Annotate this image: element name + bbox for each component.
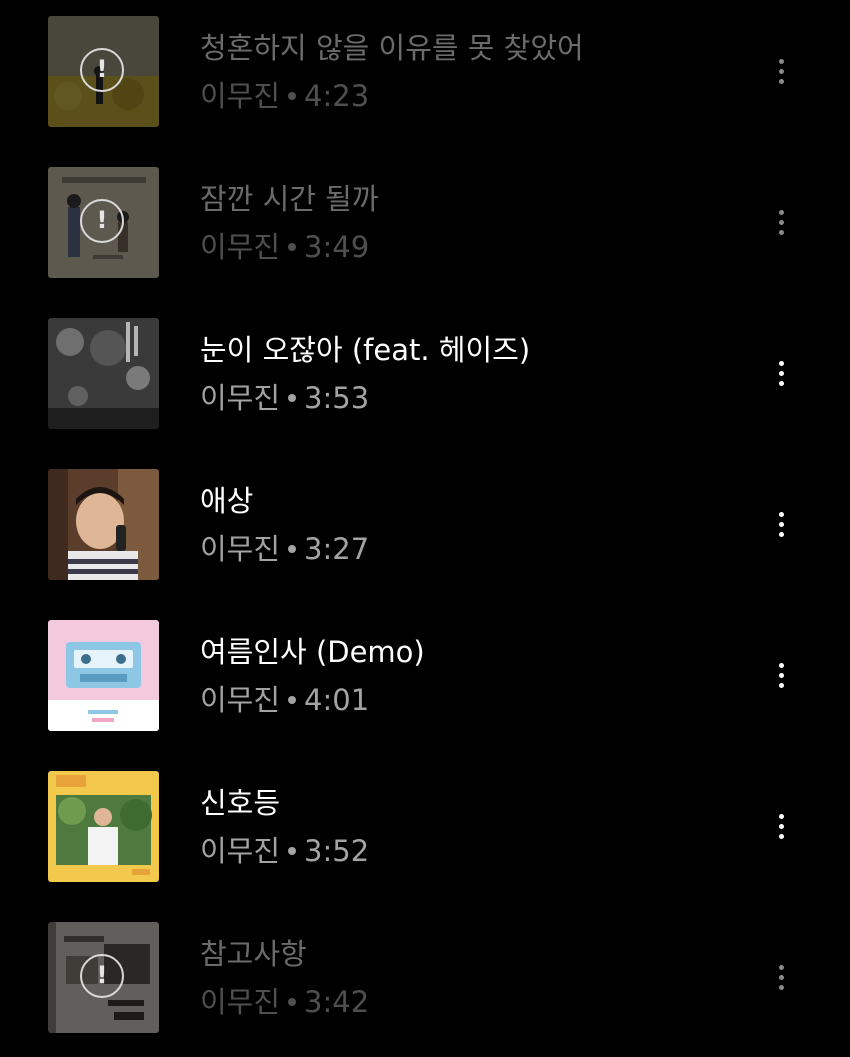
song-row[interactable]: 눈이 오잖아 (feat. 헤이즈) 이무진 3:53 <box>0 302 850 453</box>
more-vertical-icon[interactable] <box>762 948 802 1008</box>
song-row[interactable]: ! 잠깐 시간 될까 이무진 3:49 <box>0 151 850 302</box>
separator-dot-icon <box>288 545 297 553</box>
song-meta: 이무진 3:53 <box>200 378 369 418</box>
song-artist: 이무진 <box>200 532 281 566</box>
more-vertical-icon[interactable] <box>762 646 802 706</box>
song-meta: 이무진 4:01 <box>200 680 369 720</box>
album-art: ! <box>48 922 159 1033</box>
song-artist: 이무진 <box>200 834 281 868</box>
song-artist: 이무진 <box>200 985 281 1019</box>
song-title: 눈이 오잖아 (feat. 헤이즈) <box>200 333 531 367</box>
song-row[interactable]: ! 참고사항 이무진 3:42 <box>0 906 850 1057</box>
song-meta: 이무진 4:23 <box>200 76 369 116</box>
warning-circle-icon: ! <box>80 48 124 92</box>
album-art <box>48 620 159 731</box>
separator-dot-icon <box>288 92 297 100</box>
song-title: 애상 <box>200 484 254 518</box>
album-art: ! <box>48 167 159 278</box>
warning-circle-icon: ! <box>80 954 124 998</box>
more-vertical-icon[interactable] <box>762 344 802 404</box>
portrait-phone-art <box>48 469 159 580</box>
song-list: ! 청혼하지 않을 이유를 못 찾았어 이무진 4:23 ! 잠깐 시간 될까 이… <box>0 0 850 1046</box>
song-duration: 3:49 <box>304 230 370 264</box>
song-duration: 3:52 <box>304 834 370 868</box>
song-meta: 이무진 3:27 <box>200 529 369 569</box>
separator-dot-icon <box>288 847 297 855</box>
song-duration: 3:42 <box>304 985 370 1019</box>
song-row[interactable]: 신호등 이무진 3:52 <box>0 755 850 906</box>
song-artist: 이무진 <box>200 683 281 717</box>
song-title: 잠깐 시간 될까 <box>200 182 379 216</box>
more-vertical-icon[interactable] <box>762 193 802 253</box>
yellow-frame-art <box>48 771 159 882</box>
album-art <box>48 469 159 580</box>
more-vertical-icon[interactable] <box>762 42 802 102</box>
snow-night-art <box>48 318 159 429</box>
album-art: ! <box>48 16 159 127</box>
song-meta: 이무진 3:52 <box>200 831 369 871</box>
song-title: 청혼하지 않을 이유를 못 찾았어 <box>200 31 584 65</box>
cassette-art <box>48 620 159 731</box>
separator-dot-icon <box>288 696 297 704</box>
song-artist: 이무진 <box>200 79 281 113</box>
more-vertical-icon[interactable] <box>762 797 802 857</box>
song-title: 참고사항 <box>200 937 307 971</box>
separator-dot-icon <box>288 394 297 402</box>
song-duration: 3:53 <box>304 381 370 415</box>
warning-circle-icon: ! <box>80 199 124 243</box>
album-art <box>48 771 159 882</box>
song-artist: 이무진 <box>200 230 281 264</box>
song-duration: 3:27 <box>304 532 370 566</box>
song-duration: 4:01 <box>304 683 370 717</box>
more-vertical-icon[interactable] <box>762 495 802 555</box>
separator-dot-icon <box>288 243 297 251</box>
song-artist: 이무진 <box>200 381 281 415</box>
song-title: 신호등 <box>200 786 281 820</box>
separator-dot-icon <box>288 998 297 1006</box>
album-art <box>48 318 159 429</box>
song-duration: 4:23 <box>304 79 370 113</box>
song-meta: 이무진 3:49 <box>200 227 369 267</box>
song-title: 여름인사 (Demo) <box>200 635 425 669</box>
song-row[interactable]: ! 청혼하지 않을 이유를 못 찾았어 이무진 4:23 <box>0 0 850 151</box>
song-row[interactable]: 여름인사 (Demo) 이무진 4:01 <box>0 604 850 755</box>
song-row[interactable]: 애상 이무진 3:27 <box>0 453 850 604</box>
song-meta: 이무진 3:42 <box>200 982 369 1022</box>
